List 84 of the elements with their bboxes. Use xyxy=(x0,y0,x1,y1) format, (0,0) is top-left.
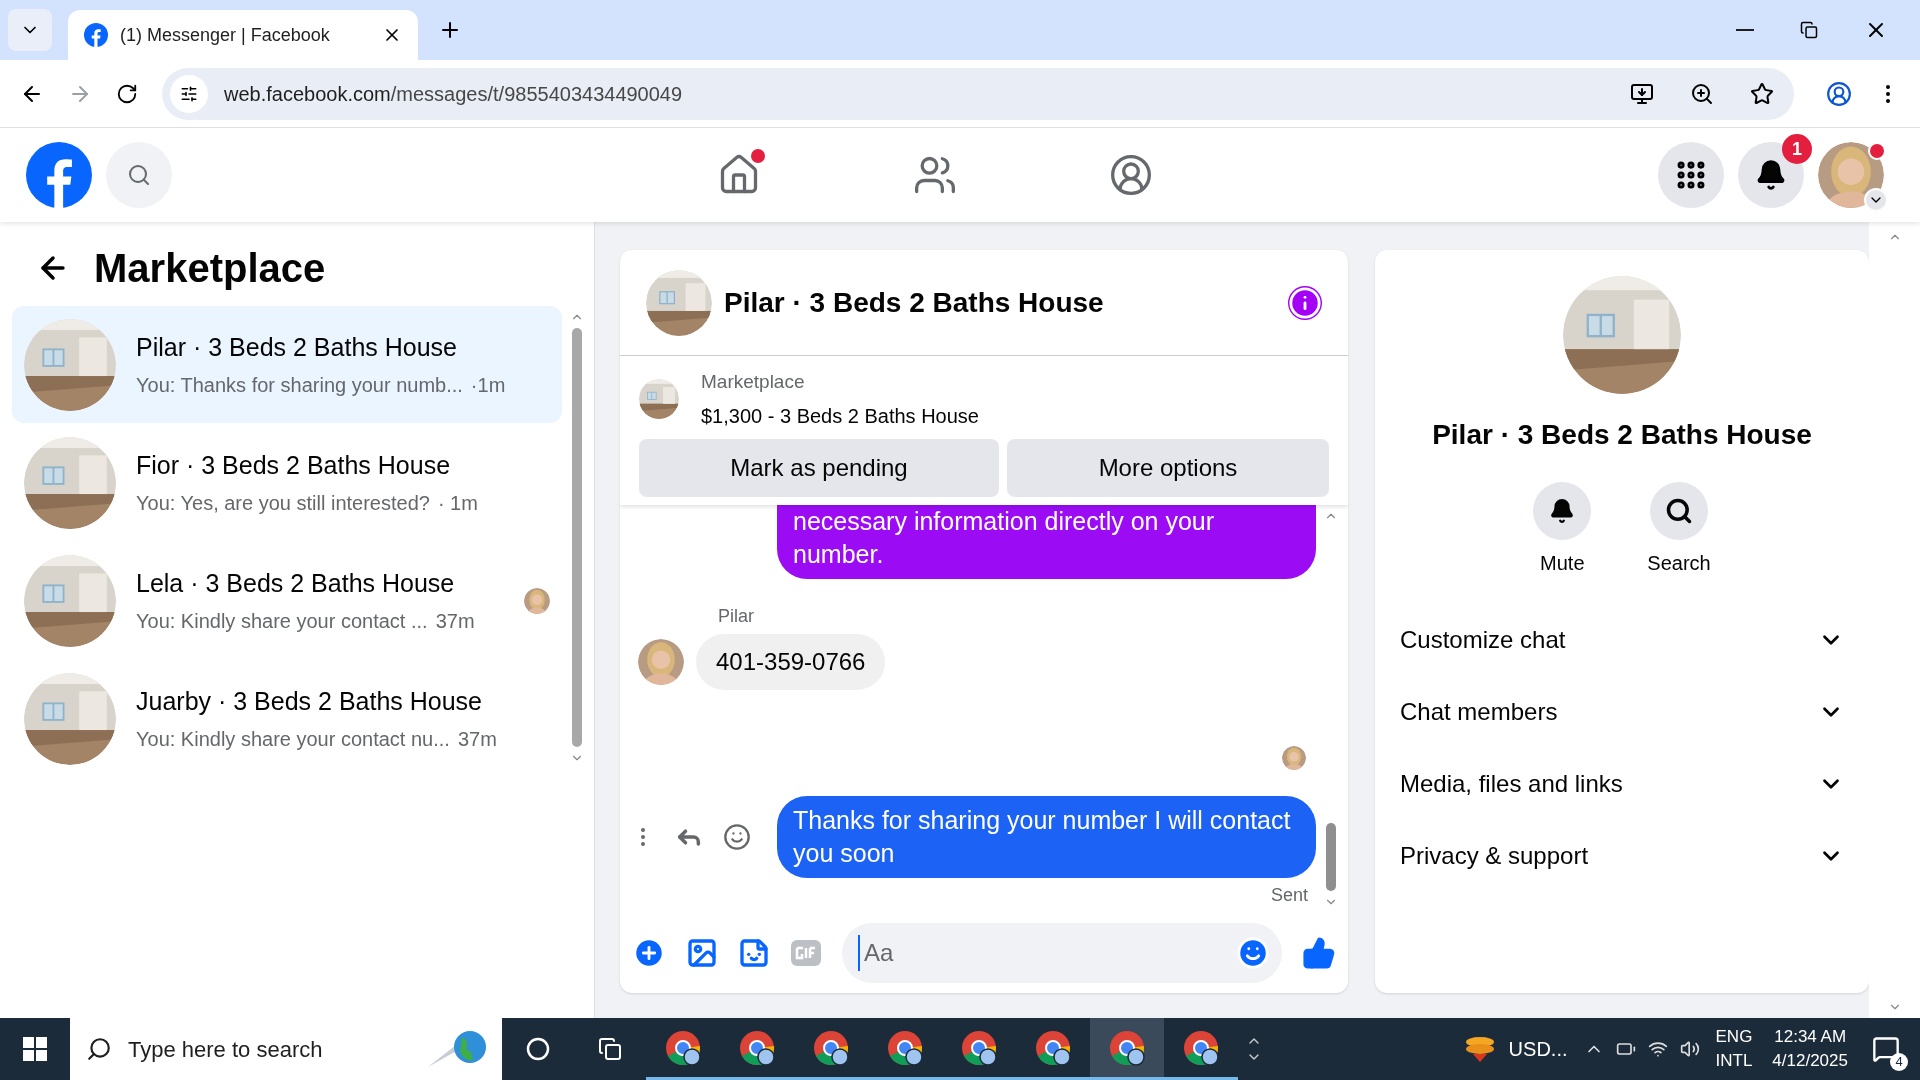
emoji-icon[interactable] xyxy=(1236,936,1270,970)
notification-badge: 1 xyxy=(1782,134,1812,164)
chrome-icon xyxy=(886,1028,924,1067)
browser-tab[interactable]: (1) Messenger | Facebook xyxy=(68,10,418,60)
conversation-name: Lela · 3 Beds 2 Baths House xyxy=(136,567,456,599)
listing-label: Marketplace xyxy=(701,370,806,394)
accordion-row[interactable]: Chat members xyxy=(1387,676,1857,748)
chrome-taskbar-icon[interactable] xyxy=(1090,1018,1164,1080)
message-input[interactable]: Aa xyxy=(858,935,1236,971)
chrome-icon xyxy=(1108,1028,1146,1067)
reload-button[interactable] xyxy=(116,82,138,105)
address-bar[interactable]: web.facebook.com/messages/t/9855403434490049 xyxy=(162,67,1794,120)
message-preview: You: Kindly share your contact nu... xyxy=(136,727,450,753)
volume-icon[interactable] xyxy=(1679,1039,1700,1059)
message-preview: You: Kindly share your contact ... xyxy=(136,609,428,635)
task-view-icon xyxy=(598,1037,622,1061)
message-bubble: necessary information directly on your number. xyxy=(777,504,1316,579)
sliders-icon xyxy=(180,84,198,103)
message-time: · 1m xyxy=(437,491,478,517)
tab-title: (1) Messenger | Facebook xyxy=(120,23,331,47)
info-icon xyxy=(1288,285,1322,320)
react-icon[interactable] xyxy=(723,823,751,851)
message-time: 37m xyxy=(457,727,497,753)
message-bubble: 401-359-0766 xyxy=(696,633,886,690)
contact-name: Pilar · 3 Beds 2 Baths House xyxy=(1432,418,1812,452)
message-time: 37m xyxy=(435,609,475,635)
conversation-item[interactable]: Pilar · 3 Beds 2 Baths House You: Thanks for sharing your numb... ·1m xyxy=(12,306,562,423)
circle-icon xyxy=(526,1037,550,1061)
listing-action-button[interactable]: More options xyxy=(1007,438,1329,497)
sender-name: Pilar xyxy=(718,604,755,628)
search-icon xyxy=(86,1036,112,1062)
conversation-name: Juarby · 3 Beds 2 Baths House xyxy=(136,685,484,717)
chrome-icon xyxy=(1182,1028,1220,1067)
chrome-icon xyxy=(1034,1028,1072,1067)
accordion-row[interactable]: Media, files and links xyxy=(1387,748,1857,820)
language-indicator[interactable]: ENG INTL xyxy=(1715,1025,1753,1073)
chat-title: Pilar · 3 Beds 2 Baths House xyxy=(724,285,1105,320)
groups-nav-button[interactable] xyxy=(1109,153,1153,197)
chrome-icon xyxy=(812,1028,850,1067)
message-bubble: Thanks for sharing your number I will contact you soon xyxy=(777,796,1316,878)
message-time: ·1m xyxy=(470,373,506,399)
windows-logo-icon xyxy=(23,1037,47,1061)
url-text: web.facebook.com/messages/t/9855403434490049 xyxy=(224,81,684,107)
message-composer[interactable]: Aa xyxy=(842,923,1282,983)
info-button[interactable] xyxy=(1288,285,1322,320)
like-icon[interactable] xyxy=(1302,936,1336,970)
search-icon xyxy=(127,163,151,187)
chrome-icon xyxy=(738,1028,776,1067)
conversation-name: Fior · 3 Beds 2 Baths House xyxy=(136,449,452,481)
restore-button[interactable] xyxy=(1800,21,1818,39)
accordion-row[interactable]: Privacy & support xyxy=(1387,820,1857,892)
minimize-icon xyxy=(1736,29,1754,31)
conversation-name: Pilar · 3 Beds 2 Baths House xyxy=(136,331,458,363)
taskbar-search-field[interactable]: Type here to search xyxy=(70,1018,502,1080)
search-icon xyxy=(1665,497,1693,525)
message-preview: You: Thanks for sharing your numb... xyxy=(136,373,463,399)
bookmark-star-icon[interactable] xyxy=(1750,81,1774,106)
accordion-row[interactable]: Customize chat xyxy=(1387,604,1857,676)
photo-icon[interactable] xyxy=(686,937,718,969)
notification-count: 4 xyxy=(1890,1053,1908,1071)
bell-icon xyxy=(1549,498,1576,524)
chrome-icon xyxy=(664,1028,702,1067)
listing-title: $1,300 - 3 Beds 2 Baths House xyxy=(701,403,979,429)
sticker-icon[interactable] xyxy=(738,937,770,969)
reload-icon xyxy=(116,82,138,105)
site-settings-icon[interactable] xyxy=(170,74,208,113)
bell-icon xyxy=(1755,159,1787,191)
profile-icon[interactable] xyxy=(1826,80,1852,107)
scrollbar-thumb[interactable] xyxy=(1326,823,1336,891)
network-icon[interactable] xyxy=(1647,1039,1668,1059)
chrome-icon xyxy=(960,1028,998,1067)
message-status: Sent xyxy=(1270,884,1308,907)
restore-icon xyxy=(1800,21,1818,39)
sidebar-title: Marketplace xyxy=(94,245,326,292)
message-preview: You: Yes, are you still interested? xyxy=(136,491,430,517)
scrollbar-thumb[interactable] xyxy=(572,328,582,747)
facebook-logo-icon[interactable] xyxy=(26,142,92,208)
currency-widget[interactable]: USD... xyxy=(1462,1034,1568,1064)
user-circle-icon xyxy=(1109,153,1153,197)
zoom-icon[interactable] xyxy=(1690,81,1714,106)
clock[interactable]: 12:34 AM 4/12/2025 xyxy=(1772,1025,1848,1073)
facebook-logo-icon xyxy=(84,23,108,47)
install-app-icon[interactable] xyxy=(1630,81,1654,106)
listing-action-button[interactable]: Mark as pending xyxy=(639,438,999,497)
